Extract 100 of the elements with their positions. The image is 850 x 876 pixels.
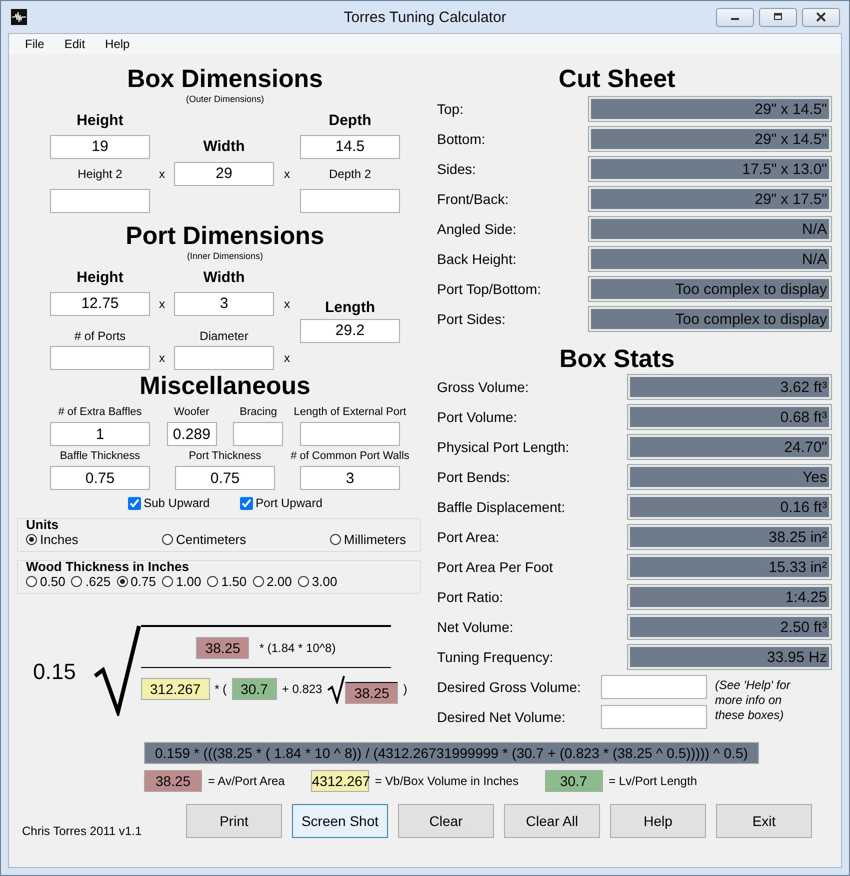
action-button[interactable]: Clear (398, 804, 494, 838)
action-button[interactable]: Clear All (504, 804, 600, 838)
waveform-icon (11, 9, 27, 25)
readout-value: N/A (589, 247, 831, 271)
readout-value: 29" x 14.5" (589, 127, 831, 151)
radio-label: 0.75 (130, 574, 156, 589)
radio-label: 1.50 (221, 574, 247, 589)
input-field[interactable]: 12.75 (50, 292, 150, 316)
row-label: Bottom: (437, 131, 486, 147)
menu-item[interactable]: Edit (56, 37, 94, 51)
readout-value: 1:4.25 (628, 585, 831, 609)
row-label: Port Volume: (437, 409, 518, 425)
radio-button[interactable] (162, 534, 174, 545)
row-label: Port Area Per Foot (437, 559, 553, 575)
window-title: Torres Tuning Calculator (344, 8, 506, 26)
section-heading: Box Stats (558, 346, 676, 372)
radio-button[interactable] (116, 576, 128, 587)
radio-label: 3.00 (312, 574, 338, 589)
formula-text: + 0.823 (282, 682, 322, 696)
readout-value: Too complex to display (589, 307, 831, 331)
row-label: Port Sides: (437, 311, 506, 327)
row-label: Port Ratio: (437, 589, 504, 605)
input-field[interactable] (233, 422, 284, 446)
input-field[interactable] (601, 675, 707, 699)
radio-label: Inches (40, 532, 78, 547)
checkbox[interactable] (128, 496, 141, 510)
radio-label: .625 (85, 574, 111, 589)
input-field[interactable]: 3 (300, 466, 400, 490)
input-field[interactable] (50, 188, 150, 212)
action-button[interactable]: Screen Shot (292, 804, 388, 838)
checkbox-label: Port Upward (256, 496, 322, 510)
field-label: # of Ports (73, 329, 127, 343)
credit-text: Chris Torres 2011 v1.1 (22, 824, 143, 838)
checkbox-label: Sub Upward (144, 496, 210, 510)
radio-button[interactable] (330, 534, 341, 545)
menu-item[interactable]: File (17, 37, 52, 51)
row-label: Top: (437, 101, 464, 117)
readout-value: 2.50 ft³ (628, 615, 831, 639)
radio-button[interactable] (207, 576, 218, 587)
input-field[interactable] (601, 705, 707, 729)
section-heading: Port Dimensions (124, 221, 326, 251)
action-button[interactable]: Exit (716, 804, 812, 838)
input-field[interactable]: 19 (50, 134, 150, 158)
section-heading: Miscellaneous (138, 372, 312, 400)
radio-label: 2.00 (266, 574, 292, 589)
legend-label: = Lv/Port Length (608, 774, 697, 788)
radio-button[interactable] (162, 576, 173, 587)
input-field[interactable]: 1 (50, 422, 150, 446)
input-field[interactable] (50, 346, 150, 370)
row-label: Port Bends: (437, 469, 510, 485)
help-note: (See 'Help' for more info on these boxes) (715, 678, 792, 723)
radio-label: Centimeters (176, 532, 246, 547)
field-label: Depth (328, 112, 372, 128)
square-root-sign (327, 674, 346, 704)
restore-button[interactable] (759, 8, 797, 26)
formula-text: * (1.84 * 10^8) (259, 641, 336, 655)
field-label: # of Extra Baffles (58, 405, 142, 420)
row-label: Front/Back: (437, 191, 509, 207)
row-label: Port Top/Bottom: (437, 281, 542, 297)
input-field[interactable]: 0.289 (166, 422, 217, 446)
input-field[interactable] (300, 422, 400, 446)
readout-value: Too complex to display (589, 277, 831, 301)
input-field[interactable] (300, 188, 400, 212)
readout-value: 3.62 ft³ (628, 375, 831, 399)
readout-value: 33.95 Hz (628, 645, 831, 669)
radio-button[interactable] (71, 576, 82, 587)
section-heading: Cut Sheet (558, 64, 676, 94)
input-field[interactable]: 14.5 (300, 134, 400, 158)
input-field[interactable]: 29.2 (300, 318, 400, 342)
input-field[interactable] (174, 346, 274, 370)
formula-expression: 0.159 * (((38.25 * ( 1.84 * 10 ^ 8)) / (4312.26731999999 * (30.7 + (0.823 * (38.25 ^ 0.5))))) ^ 0.5) (144, 742, 759, 764)
value-box: 38.25 (196, 637, 250, 659)
minimize-button[interactable] (716, 8, 754, 26)
close-button[interactable] (802, 8, 840, 26)
radio-button[interactable] (26, 534, 37, 545)
input-field[interactable]: 3 (174, 292, 274, 316)
input-field[interactable]: 0.75 (50, 466, 150, 490)
action-button[interactable]: Print (186, 804, 282, 838)
section-subtitle: (Outer Dimensions) (184, 94, 266, 104)
checkbox[interactable] (240, 496, 253, 510)
row-label: Sides: (437, 161, 476, 177)
action-button[interactable]: Help (610, 804, 706, 838)
readout-value: 29" x 17.5" (589, 187, 831, 211)
value-box: 30.7 (232, 678, 277, 700)
readout-value: N/A (589, 217, 831, 241)
row-label: Angled Side: (437, 221, 516, 237)
radio-button[interactable] (298, 576, 309, 587)
input-field[interactable]: 0.75 (175, 466, 275, 490)
group-title: Wood Thickness in Inches (26, 559, 190, 574)
multiply-sign: x (283, 350, 291, 364)
input-field[interactable]: 29 (174, 162, 274, 186)
readout-value: 38.25 in² (628, 525, 831, 549)
field-label: # of Common Port Walls (290, 449, 410, 464)
menu-item[interactable]: Help (97, 37, 138, 51)
radio-button[interactable] (26, 576, 37, 587)
field-label: Length of External Port (294, 405, 406, 420)
restore-icon (772, 12, 784, 22)
readout-value: 17.5" x 13.0" (589, 157, 831, 181)
radio-button[interactable] (252, 576, 264, 587)
row-label: Port Area: (437, 529, 500, 545)
